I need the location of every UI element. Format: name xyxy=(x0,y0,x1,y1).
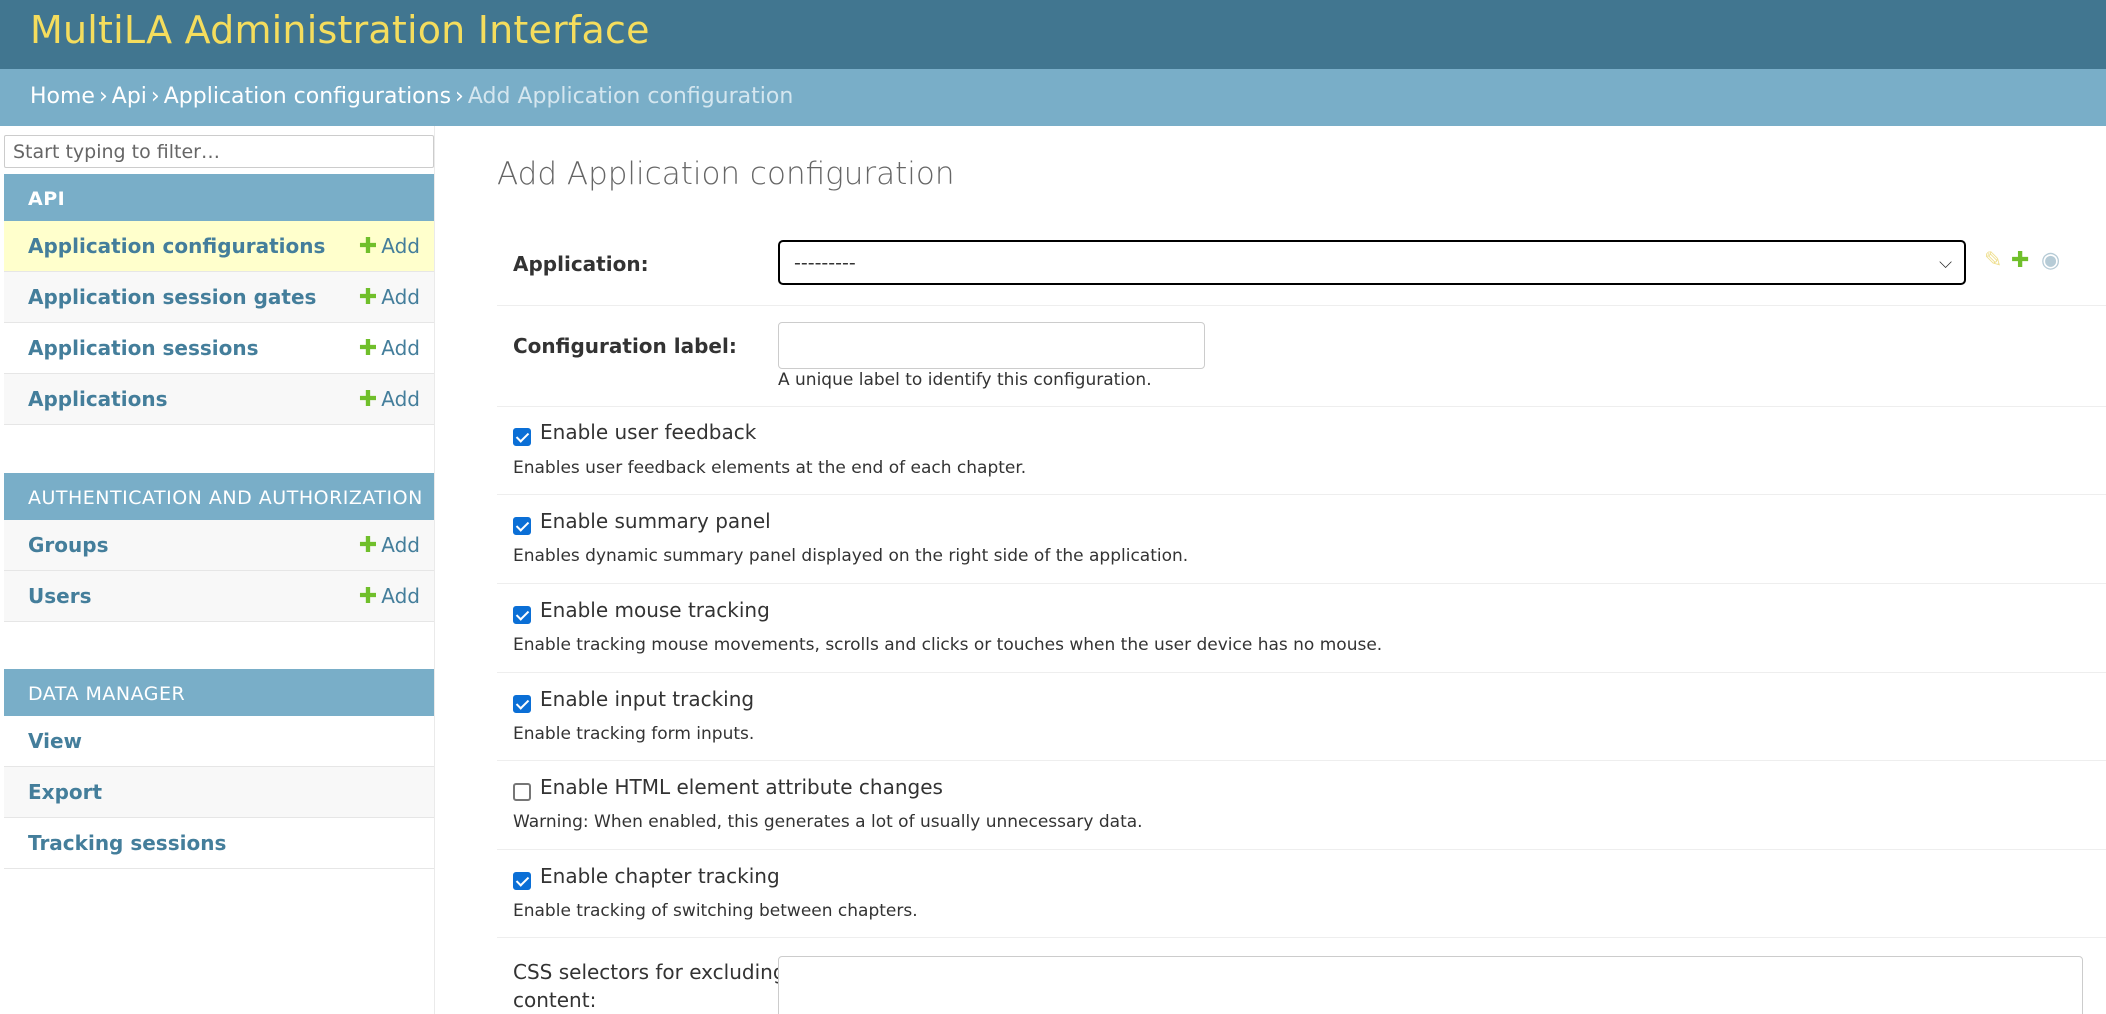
sidebar-item-export: Export xyxy=(4,767,434,818)
summary-panel-help: Enables dynamic summary panel displayed … xyxy=(513,546,1189,566)
plus-icon: ✚ xyxy=(358,584,378,609)
add-label: Add xyxy=(381,533,420,557)
add-application-session-link[interactable]: ✚ Add xyxy=(359,336,420,361)
header: MultiLA Administration Interface xyxy=(0,0,2106,69)
css-exclude-label-line2: content: xyxy=(513,988,597,1012)
breadcrumb-api[interactable]: Api xyxy=(112,84,147,109)
html-attribute-changes-help: Warning: When enabled, this generates a … xyxy=(513,812,1143,832)
sidebar-link-application-sessions[interactable]: Application sessions xyxy=(28,336,259,360)
plus-icon: ✚ xyxy=(358,387,378,412)
add-label: Add xyxy=(381,584,420,608)
sidebar: API Application configurations ✚Add Appl… xyxy=(0,126,435,1014)
user-feedback-label[interactable]: Enable user feedback xyxy=(540,420,756,444)
sidebar-item-application-sessions: Application sessions ✚ Add xyxy=(4,323,434,374)
css-exclude-label: CSS selectors for excluding content: xyxy=(513,958,786,1014)
add-group-link[interactable]: ✚ Add xyxy=(359,533,420,558)
application-select[interactable]: --------- ⌵ xyxy=(778,240,1966,285)
module-api: API Application configurations ✚ Add Appl… xyxy=(4,174,434,425)
module-caption-auth[interactable]: AUTHENTICATION AND AUTHORIZATION xyxy=(4,473,434,520)
config-label-help: A unique label to identify this configur… xyxy=(778,370,1152,390)
chapter-tracking-label[interactable]: Enable chapter tracking xyxy=(540,864,780,888)
pencil-icon[interactable]: ✎ xyxy=(1984,250,2002,272)
application-label: Application: xyxy=(513,252,649,276)
add-label: Add xyxy=(381,336,420,360)
module-auth: AUTHENTICATION AND AUTHORIZATION Groups … xyxy=(4,473,434,622)
breadcrumb-home[interactable]: Home xyxy=(30,84,95,109)
sidebar-item-application-session-gates: Application session gates ✚ Add xyxy=(4,272,434,323)
sidebar-item-tracking-sessions: Tracking sessions xyxy=(4,818,434,869)
application-selected-value: --------- xyxy=(794,252,856,274)
chapter-tracking-checkbox[interactable] xyxy=(513,872,531,890)
css-exclude-textarea[interactable] xyxy=(778,956,2083,1014)
sidebar-link-tracking-sessions[interactable]: Tracking sessions xyxy=(28,831,226,855)
config-label-label: Configuration label: xyxy=(513,334,737,358)
breadcrumb-separator: › xyxy=(455,84,464,109)
sidebar-item-view: View xyxy=(4,716,434,767)
summary-panel-checkbox[interactable] xyxy=(513,517,531,535)
user-feedback-checkbox[interactable] xyxy=(513,428,531,446)
site-branding[interactable]: MultiLA Administration Interface xyxy=(30,8,650,52)
nav-filter-input[interactable] xyxy=(4,135,434,168)
plus-icon: ✚ xyxy=(358,533,378,558)
plus-icon: ✚ xyxy=(358,336,378,361)
summary-panel-label[interactable]: Enable summary panel xyxy=(540,509,771,533)
input-tracking-help: Enable tracking form inputs. xyxy=(513,724,755,744)
sidebar-link-view[interactable]: View xyxy=(28,729,82,753)
plus-icon[interactable]: ✚ xyxy=(2011,250,2029,272)
page-title: Add Application configuration xyxy=(497,156,955,192)
mouse-tracking-help: Enable tracking mouse movements, scrolls… xyxy=(513,635,1383,655)
sidebar-link-application-configurations[interactable]: Application configurations xyxy=(28,234,325,258)
chevron-down-icon: ⌵ xyxy=(1939,253,1952,273)
plus-icon: ✚ xyxy=(358,234,378,259)
module-caption-data-manager[interactable]: DATA MANAGER xyxy=(4,669,434,716)
breadcrumb-application-configurations[interactable]: Application configurations xyxy=(164,84,451,109)
add-user-link[interactable]: ✚ Add xyxy=(359,584,420,609)
sidebar-item-application-configurations: Application configurations ✚ Add xyxy=(4,221,434,272)
css-exclude-label-line1: CSS selectors for excluding xyxy=(513,960,786,984)
eye-icon[interactable]: ◉ xyxy=(2041,250,2060,272)
add-label: Add xyxy=(381,387,420,411)
mouse-tracking-checkbox[interactable] xyxy=(513,606,531,624)
module-data-manager: DATA MANAGER View Export Tracking sessio… xyxy=(4,669,434,869)
mouse-tracking-label[interactable]: Enable mouse tracking xyxy=(540,598,770,622)
sidebar-link-groups[interactable]: Groups xyxy=(28,533,108,557)
user-feedback-help: Enables user feedback elements at the en… xyxy=(513,458,1027,478)
sidebar-item-groups: Groups ✚ Add xyxy=(4,520,434,571)
sidebar-link-applications[interactable]: Applications xyxy=(28,387,167,411)
breadcrumb-separator: › xyxy=(98,84,108,109)
sidebar-link-application-session-gates[interactable]: Application session gates xyxy=(28,285,316,309)
html-attribute-changes-label[interactable]: Enable HTML element attribute changes xyxy=(540,775,943,799)
config-label-input[interactable] xyxy=(778,322,1205,369)
input-tracking-label[interactable]: Enable input tracking xyxy=(540,687,754,711)
chapter-tracking-help: Enable tracking of switching between cha… xyxy=(513,901,918,921)
add-label: Add xyxy=(381,234,420,258)
module-caption-api[interactable]: API xyxy=(4,174,434,221)
sidebar-link-export[interactable]: Export xyxy=(28,780,102,804)
input-tracking-checkbox[interactable] xyxy=(513,695,531,713)
plus-icon: ✚ xyxy=(358,285,378,310)
sidebar-item-applications: Applications ✚ Add xyxy=(4,374,434,425)
form-row-config-label xyxy=(497,306,2106,407)
breadcrumb: Home › Api › Application configurations › Add … xyxy=(0,69,2106,126)
add-application-link[interactable]: ✚ Add xyxy=(359,387,420,412)
add-application-configuration-link[interactable]: ✚ Add xyxy=(359,234,420,259)
sidebar-link-users[interactable]: Users xyxy=(28,584,91,608)
add-application-session-gate-link[interactable]: ✚ Add xyxy=(359,285,420,310)
breadcrumb-separator: › xyxy=(150,84,160,109)
sidebar-item-users: Users ✚ Add xyxy=(4,571,434,622)
html-attribute-changes-checkbox[interactable] xyxy=(513,783,531,801)
breadcrumb-current: Add Application configuration xyxy=(467,84,794,109)
add-label: Add xyxy=(381,285,420,309)
